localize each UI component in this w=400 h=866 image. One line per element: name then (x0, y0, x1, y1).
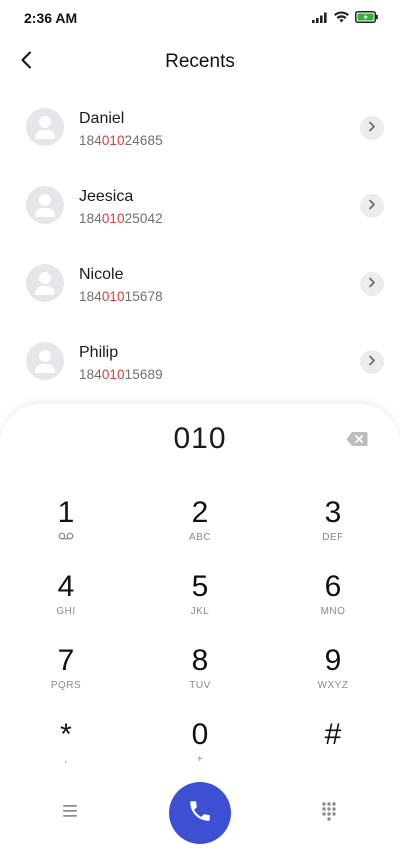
header: Recents (0, 40, 400, 84)
number-match-highlight: 010 (101, 133, 125, 148)
dialpad-toggle-button[interactable] (318, 800, 340, 822)
key-6[interactable]: 6 MNO (283, 570, 383, 630)
signal-icon (312, 12, 328, 23)
key-0[interactable]: 0 + (150, 718, 250, 778)
chevron-right-icon (368, 353, 376, 371)
contact-details-button[interactable] (360, 272, 384, 296)
number-match-highlight: 010 (101, 211, 125, 226)
battery-charging-icon (355, 11, 378, 23)
contact-row-nicole[interactable]: Nicole 18401015678 (0, 244, 400, 322)
status-bar: 2:36 AM (0, 0, 400, 36)
contact-list: Daniel 18401024685 Jeesica 18401025042 N… (0, 88, 400, 400)
number-match-highlight: 010 (101, 367, 125, 382)
contact-details-button[interactable] (360, 350, 384, 374)
phone-icon (187, 798, 213, 829)
contact-row-philip[interactable]: Philip 18401015689 (0, 322, 400, 400)
contact-name: Daniel (79, 110, 125, 127)
contact-details-button[interactable] (360, 116, 384, 140)
chevron-right-icon (368, 197, 376, 215)
status-time: 2:36 AM (24, 10, 78, 26)
menu-icon (59, 805, 81, 824)
avatar (26, 264, 64, 302)
key-1[interactable]: 1 (16, 496, 116, 556)
contact-name: Philip (79, 344, 119, 361)
contact-row-daniel[interactable]: Daniel 18401024685 (0, 88, 400, 166)
contact-name: Jeesica (79, 188, 134, 205)
key-7[interactable]: 7 PQRS (16, 644, 116, 704)
contact-details-button[interactable] (360, 194, 384, 218)
contact-name: Nicole (79, 266, 124, 283)
contact-number: 18401024685 (79, 133, 163, 148)
dialer-action-bar (0, 782, 400, 844)
avatar (26, 186, 64, 224)
key-9[interactable]: 9 WXYZ (283, 644, 383, 704)
voicemail-icon (16, 532, 116, 544)
key-8[interactable]: 8 TUV (150, 644, 250, 704)
contact-row-jeesica[interactable]: Jeesica 18401025042 (0, 166, 400, 244)
key-3[interactable]: 3 DEF (283, 496, 383, 556)
avatar (26, 342, 64, 380)
dialed-number-display[interactable]: 010 (0, 422, 400, 456)
avatar (26, 108, 64, 146)
contact-number: 18401025042 (79, 211, 163, 226)
contact-number: 18401015689 (79, 367, 163, 382)
status-icons (312, 11, 378, 23)
key-star[interactable]: * , (16, 718, 116, 778)
key-4[interactable]: 4 GHI (16, 570, 116, 630)
call-button[interactable] (169, 782, 231, 844)
delete-button[interactable] (346, 431, 368, 447)
page-title: Recents (165, 51, 235, 72)
number-match-highlight: 010 (101, 289, 125, 304)
menu-button[interactable] (59, 802, 81, 820)
backspace-icon (346, 432, 368, 451)
contact-number: 18401015678 (79, 289, 163, 304)
chevron-right-icon (368, 119, 376, 137)
key-hash[interactable]: # (283, 718, 383, 778)
key-2[interactable]: 2 ABC (150, 496, 250, 556)
dialpad-icon (318, 802, 340, 826)
chevron-right-icon (368, 275, 376, 293)
wifi-icon (334, 11, 349, 23)
key-5[interactable]: 5 JKL (150, 570, 250, 630)
